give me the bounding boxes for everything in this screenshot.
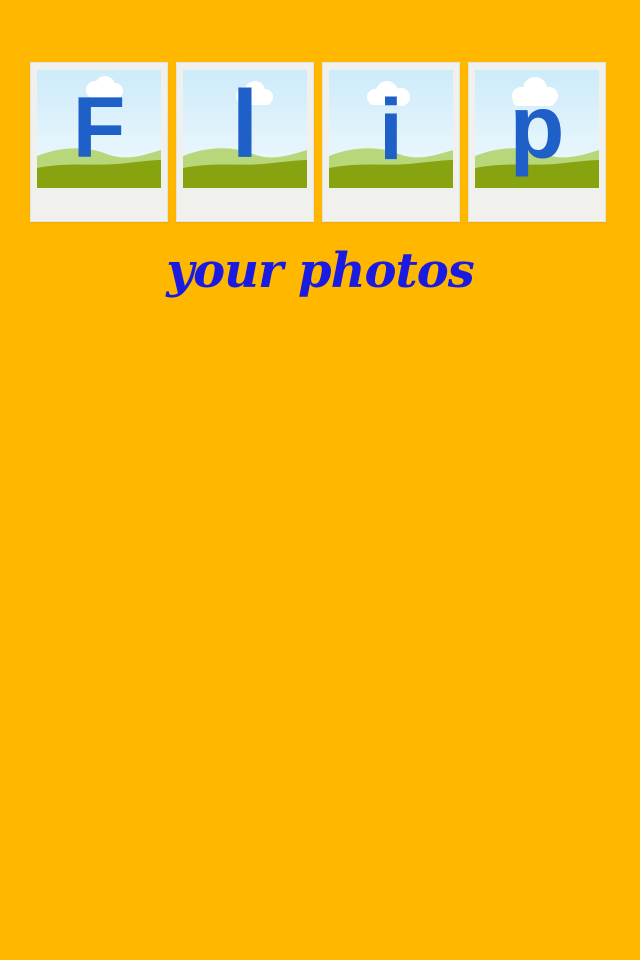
logo-letter-p: p (509, 78, 565, 178)
photo-tile-p: p (468, 62, 606, 222)
photo-tile-i: i (322, 62, 460, 222)
logo-letter-l: l (231, 71, 259, 178)
flip-logo: F l i p (30, 62, 607, 222)
logo-letter-i: i (379, 82, 403, 178)
photo-tile-f: F (30, 62, 168, 222)
photo-tile-l: l (176, 62, 314, 222)
tagline: your photos (166, 243, 475, 299)
logo-letter-f: F (72, 80, 126, 176)
